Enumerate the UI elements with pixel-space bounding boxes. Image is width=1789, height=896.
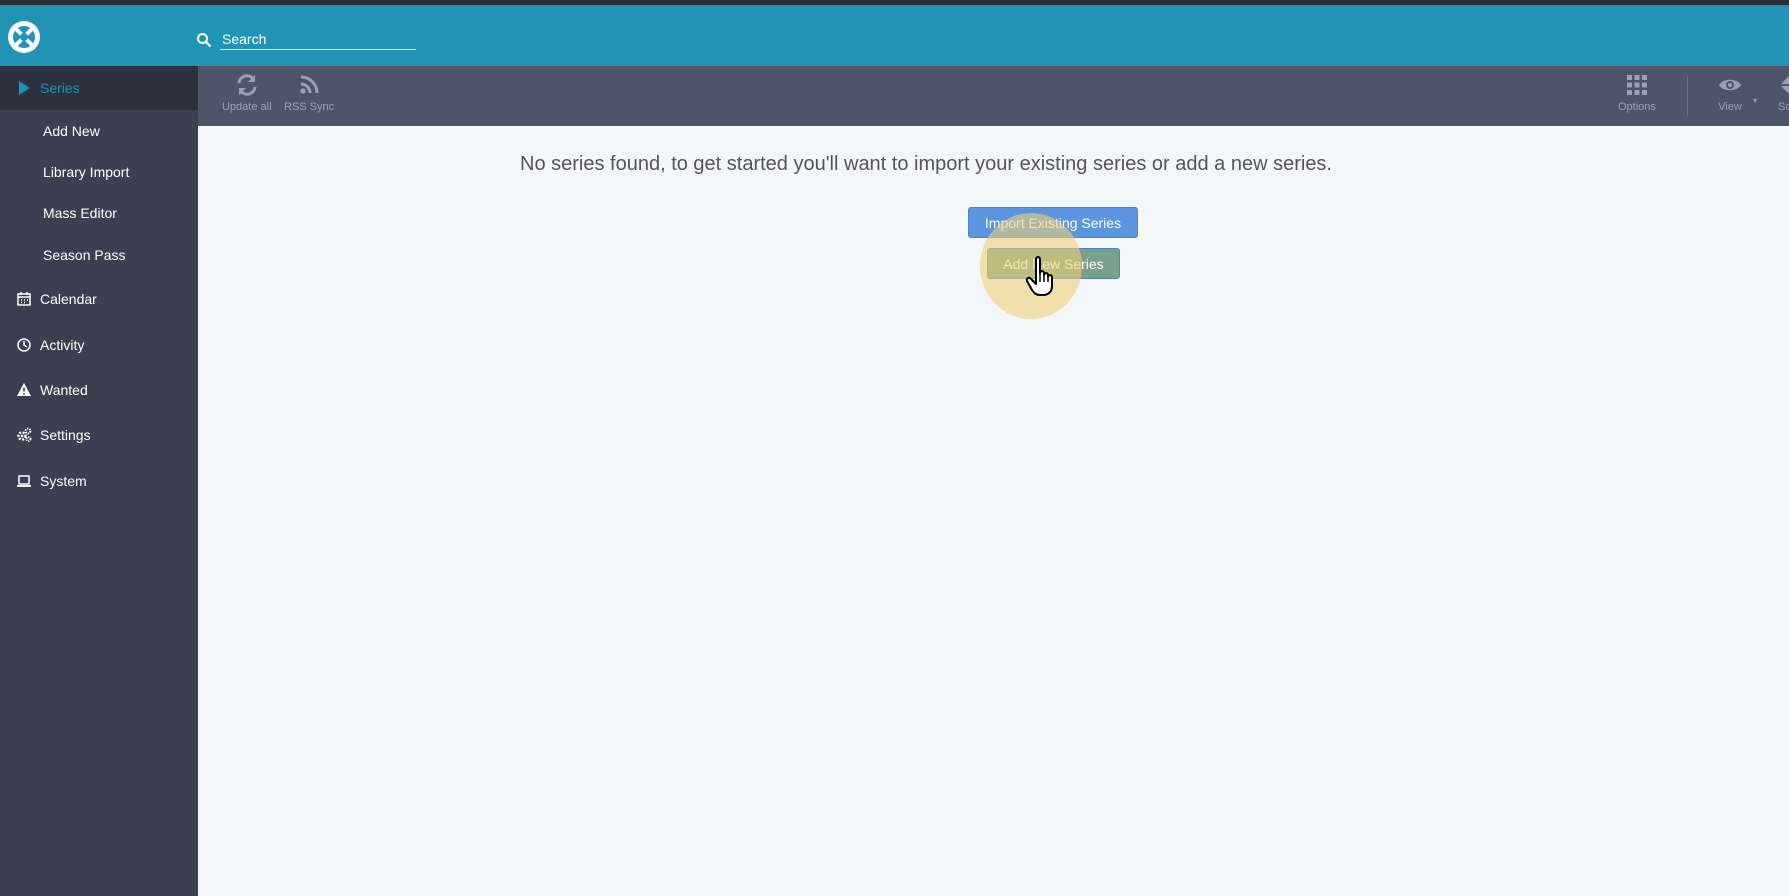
sidebar-item-series[interactable]: Series: [0, 66, 198, 110]
search-icon: [197, 33, 212, 48]
sidebar-item-label: Season Pass: [43, 247, 126, 263]
sidebar-item-system[interactable]: System: [0, 459, 198, 503]
import-existing-series-button[interactable]: Import Existing Series: [968, 207, 1138, 238]
toolbar: Update all RSS Sync Options View ▾ So: [198, 66, 1789, 126]
refresh-icon: [237, 74, 257, 96]
sidebar-item-label: Activity: [40, 337, 85, 353]
sidebar-item-label: System: [40, 473, 87, 489]
sidebar-item-mass-editor[interactable]: Mass Editor: [43, 195, 117, 231]
eye-icon: [1719, 79, 1741, 91]
update-all-button[interactable]: Update all: [222, 72, 272, 113]
sidebar: Series Add New Library Import Mass Edito…: [0, 66, 198, 896]
search-bar: [196, 27, 420, 53]
sidebar-item-label: Calendar: [40, 291, 97, 307]
view-button[interactable]: View: [1717, 72, 1743, 113]
toolbar-divider: [1687, 76, 1688, 116]
main-content: No series found, to get started you'll w…: [198, 126, 1789, 896]
sort-label: So: [1778, 101, 1789, 113]
sonarr-logo-icon[interactable]: [7, 20, 41, 54]
sidebar-item-label: Settings: [40, 427, 91, 443]
sidebar-item-label: Add New: [43, 123, 100, 139]
add-new-series-button[interactable]: Add New Series: [987, 248, 1120, 279]
warning-icon: [17, 383, 31, 396]
view-label: View: [1718, 101, 1742, 113]
sidebar-item-add-new[interactable]: Add New: [43, 113, 100, 149]
options-label: Options: [1618, 101, 1656, 113]
sidebar-item-label: Series: [40, 80, 80, 96]
rss-sync-label: RSS Sync: [284, 101, 335, 113]
sidebar-item-library-import[interactable]: Library Import: [43, 154, 129, 190]
rss-icon: [300, 75, 319, 94]
sidebar-item-wanted[interactable]: Wanted: [0, 368, 198, 412]
sidebar-item-label: Wanted: [40, 382, 88, 398]
options-button[interactable]: Options: [1618, 72, 1656, 113]
app-header: [0, 5, 1789, 66]
sidebar-item-settings[interactable]: Settings: [0, 413, 198, 457]
rss-sync-button[interactable]: RSS Sync: [284, 72, 334, 113]
sort-icon: [1781, 76, 1789, 94]
calendar-icon: [17, 292, 31, 306]
sidebar-item-season-pass[interactable]: Season Pass: [43, 237, 126, 273]
view-dropdown-caret-icon[interactable]: ▾: [1753, 96, 1757, 105]
search-input[interactable]: [220, 28, 416, 50]
update-all-label: Update all: [222, 101, 272, 113]
laptop-icon: [17, 475, 31, 487]
sidebar-item-label: Library Import: [43, 164, 130, 180]
empty-state-message: No series found, to get started you'll w…: [520, 153, 1332, 175]
grid-icon: [1626, 75, 1647, 95]
sidebar-item-label: Mass Editor: [43, 205, 117, 221]
clock-icon: [17, 338, 31, 352]
sidebar-item-calendar[interactable]: Calendar: [0, 277, 198, 321]
sidebar-item-activity[interactable]: Activity: [0, 323, 198, 367]
sort-button[interactable]: So: [1778, 72, 1789, 113]
gears-icon: [17, 427, 32, 442]
play-icon: [19, 81, 30, 95]
